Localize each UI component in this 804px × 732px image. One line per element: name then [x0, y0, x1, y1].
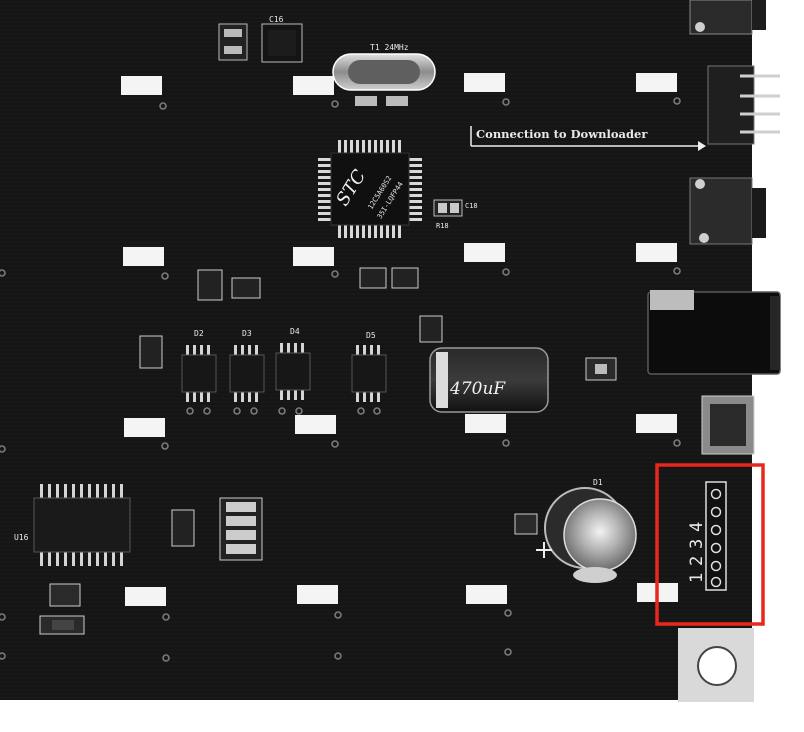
electrolytic-capacitor: 470uF [429, 347, 549, 413]
mcu-chip: STC 12C5A60S2 35I-LQFP44 [318, 140, 422, 238]
usb-port [701, 395, 755, 455]
crystal-label: T1 24MHz [370, 43, 409, 52]
pcb-photo: Connection to Downloader C16 T1 24MHz ST… [0, 0, 804, 732]
u16-label: U16 [14, 533, 29, 542]
d2-label: D2 [194, 329, 204, 338]
capacitor-label: 470uF [449, 379, 506, 399]
d1-label: D1 [593, 478, 603, 487]
c16-label: C16 [269, 15, 284, 24]
r18-label: R18 [436, 222, 449, 230]
smd-switch [585, 357, 617, 381]
connector-top [689, 0, 766, 35]
dc-power-jack [647, 290, 781, 375]
d3-label: D3 [242, 329, 252, 338]
connection-label: Connection to Downloader [476, 127, 648, 141]
header-number-4: 4 [687, 522, 707, 532]
header-number-3: 3 [687, 539, 707, 549]
c18-label: C18 [465, 202, 478, 210]
header-number-2: 2 [687, 556, 707, 566]
d5-label: D5 [366, 331, 376, 340]
header-number-1: 1 [687, 573, 707, 583]
d4-label: D4 [290, 327, 300, 336]
mounting-hole [697, 646, 737, 686]
